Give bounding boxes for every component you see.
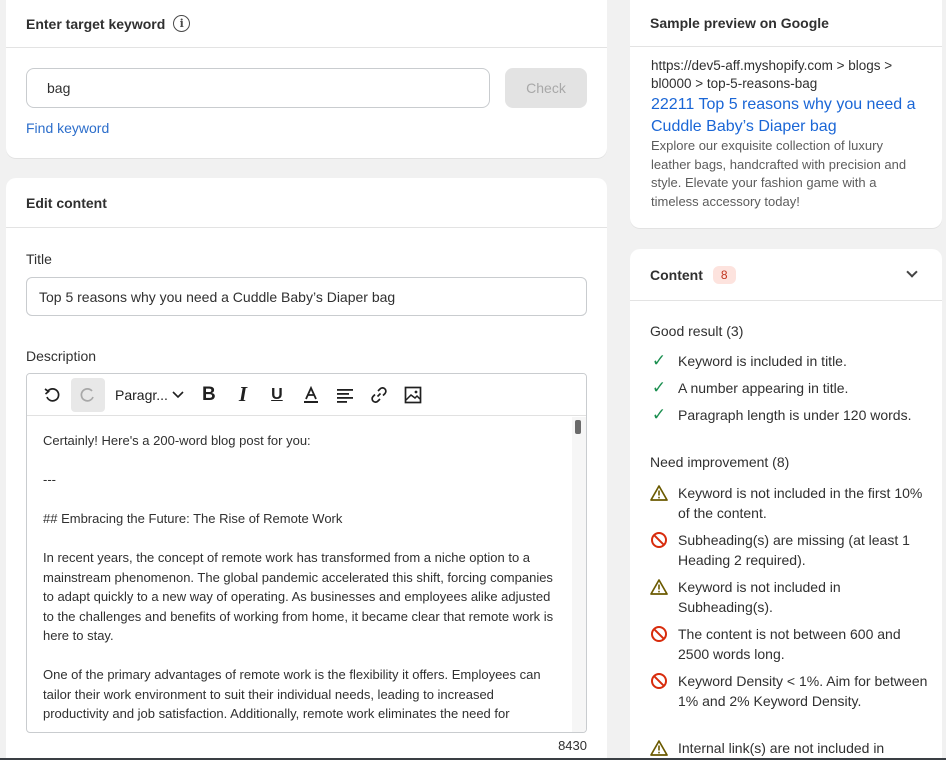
editor-content[interactable]: Certainly! Here's a 200-word blog post f… — [27, 417, 572, 732]
bold-icon[interactable]: B — [194, 380, 224, 410]
italic-icon[interactable]: I — [228, 380, 258, 410]
scroll-thumb[interactable] — [575, 420, 581, 434]
text-color-icon[interactable] — [296, 380, 326, 410]
google-preview-card: Sample preview on Google https://dev5-af… — [630, 0, 942, 228]
content-analysis-card: Content 8 Good result (3) ✓ Keyword is i… — [630, 249, 942, 760]
issue-count-badge: 8 — [712, 265, 736, 284]
redo-icon[interactable] — [71, 377, 105, 412]
undo-icon[interactable] — [37, 380, 67, 410]
editor-line: ## Embracing the Future: The Rise of Rem… — [43, 511, 343, 526]
keyword-card: Enter target keyword i bag Check Find ke… — [6, 0, 607, 158]
character-count: 8430 — [558, 738, 587, 753]
underline-icon[interactable]: U — [262, 380, 292, 410]
keyword-card-header: Enter target keyword i — [6, 0, 607, 48]
result-text: A number appearing in title. — [678, 380, 849, 396]
result-item: The content is not between 600 and 2500 … — [650, 624, 930, 664]
warning-icon — [650, 577, 668, 597]
result-item: Subheading(s) are missing (at least 1 He… — [650, 530, 930, 570]
title-input[interactable]: Top 5 reasons why you need a Cuddle Baby… — [26, 277, 587, 316]
link-icon[interactable] — [364, 380, 394, 410]
result-item: Keyword is not included in Subheading(s)… — [650, 577, 930, 617]
align-icon[interactable] — [330, 380, 360, 410]
warning-icon — [650, 483, 668, 503]
result-text: Keyword is not included in the first 10%… — [678, 485, 923, 521]
result-text: Subheading(s) are missing (at least 1 He… — [678, 532, 910, 568]
editor-line: In recent years, the concept of remote w… — [43, 550, 554, 643]
result-text: The content is not between 600 and 2500 … — [678, 626, 901, 662]
result-text: Keyword is not included in Subheading(s)… — [678, 579, 841, 615]
preview-url: https://dev5-aff.myshopify.com > blogs >… — [651, 58, 893, 91]
description-label: Description — [26, 348, 97, 364]
result-item: ✓ Keyword is included in title. — [650, 351, 930, 371]
editor-toolbar: Paragr... B I U — [27, 374, 586, 416]
keyword-card-title: Enter target keyword — [26, 15, 166, 32]
checkmark-icon: ✓ — [651, 351, 667, 370]
info-icon[interactable]: i — [173, 15, 191, 32]
editor-line: --- — [43, 472, 56, 487]
ban-icon — [650, 530, 668, 550]
ban-icon — [650, 624, 668, 644]
content-title: Content — [650, 266, 703, 283]
keyword-input[interactable]: bag — [26, 68, 490, 108]
good-result-label: Good result (3) — [650, 323, 744, 339]
editor-line: Certainly! Here's a 200-word blog post f… — [43, 433, 311, 448]
checkmark-icon: ✓ — [651, 378, 667, 397]
result-item: ✓ Paragraph length is under 120 words. — [650, 405, 930, 425]
chevron-down-icon — [172, 390, 184, 398]
content-header[interactable]: Content 8 — [630, 249, 942, 301]
result-item: Keyword Density < 1%. Aim for between 1%… — [650, 671, 930, 711]
find-keyword-link[interactable]: Find keyword — [26, 120, 109, 136]
title-label: Title — [26, 251, 52, 267]
result-text: Keyword Density < 1%. Aim for between 1%… — [678, 673, 928, 709]
need-improvement-label: Need improvement (8) — [650, 454, 790, 470]
result-text: Internal link(s) are not included in — [678, 740, 885, 756]
result-item: Internal link(s) are not included in — [650, 738, 930, 758]
preview-header: Sample preview on Google — [630, 0, 942, 47]
rich-text-editor[interactable]: Paragr... B I U Certainly! Here's a 200-… — [26, 373, 587, 733]
image-icon[interactable] — [398, 380, 428, 410]
edit-content-header: Edit content — [6, 178, 607, 228]
result-item: ✓ A number appearing in title. — [650, 378, 930, 398]
result-text: Paragraph length is under 120 words. — [678, 407, 912, 423]
chevron-down-icon[interactable] — [906, 266, 918, 278]
ban-icon — [650, 671, 668, 691]
paragraph-select[interactable]: Paragr... — [109, 387, 190, 403]
paragraph-select-label: Paragr... — [115, 386, 168, 403]
preview-link: 22211 Top 5 reasons why you need a Cuddl… — [651, 96, 916, 135]
preview-title: Sample preview on Google — [650, 15, 829, 31]
result-text: Keyword is included in title. — [678, 353, 847, 369]
editor-scrollbar[interactable] — [572, 417, 586, 732]
warning-icon — [650, 738, 668, 758]
editor-line: One of the primary advantages of remote … — [43, 667, 541, 721]
edit-content-title: Edit content — [26, 194, 107, 211]
check-button[interactable]: Check — [505, 68, 587, 108]
checkmark-icon: ✓ — [651, 405, 667, 424]
result-item: Keyword is not included in the first 10%… — [650, 483, 930, 523]
preview-description: Explore our exquisite collection of luxu… — [651, 138, 907, 209]
edit-content-card: Edit content Title Top 5 reasons why you… — [6, 178, 607, 760]
